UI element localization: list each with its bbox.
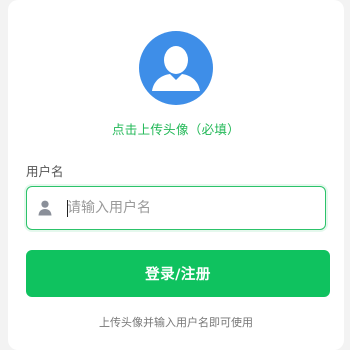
- footer-tip: 上传头像并输入用户名即可使用: [99, 316, 253, 329]
- text-cursor: [67, 200, 68, 217]
- login-register-button[interactable]: 登录/注册: [26, 250, 330, 297]
- username-label: 用户名: [26, 164, 64, 179]
- user-silhouette-icon: [152, 46, 200, 91]
- login-card: 点击上传头像（必填） 用户名 登录/注册 上传头像并输入用户名即可使用: [8, 0, 344, 350]
- upload-avatar-hint[interactable]: 点击上传头像（必填）: [8, 119, 344, 138]
- user-icon: [38, 200, 52, 216]
- username-field[interactable]: [26, 186, 326, 230]
- username-input[interactable]: [65, 187, 319, 229]
- avatar-upload[interactable]: [139, 31, 213, 105]
